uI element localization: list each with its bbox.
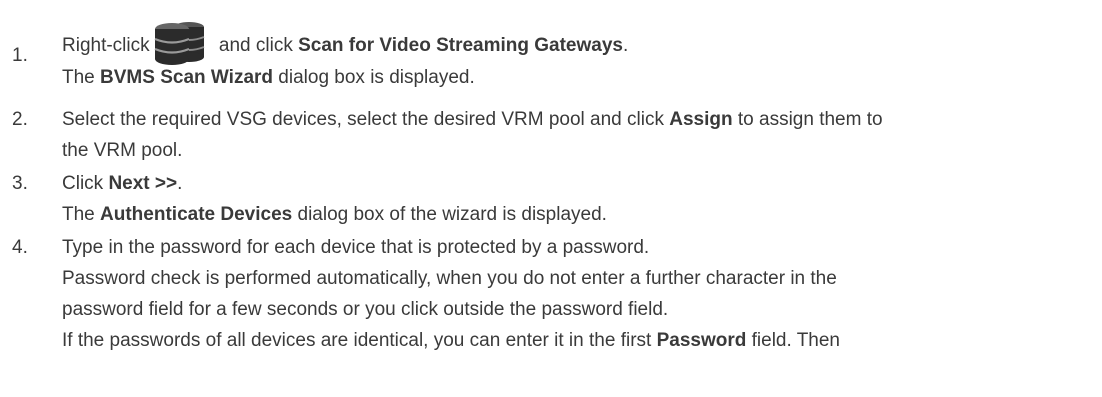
line-text: Click [62,173,109,194]
step-line: The Authenticate Devices dialog box of t… [62,199,1098,230]
step-line: password field for a few seconds or you … [62,294,1098,325]
step-body: Click Next >>. The Authenticate Devices … [62,168,1098,230]
step-number: 4. [12,237,28,258]
step-line: Password check is performed automaticall… [62,263,1098,294]
line-text: The [62,204,101,225]
line-text: . [622,35,629,56]
line-text: Select the required VSG devices, select … [62,109,670,130]
line-text: dialog box is displayed. [273,67,475,88]
instruction-document: 1. Right-click and click Scan for Video … [0,0,1102,397]
ui-term: Assign [669,109,733,130]
ui-term: Next >> [108,173,178,194]
step-line: the VRM pool. [62,135,1098,166]
line-text: Right-click [62,35,150,56]
line-text: Password check is performed automaticall… [62,268,837,289]
step-line: Right-click and click Scan for Video Str… [62,18,1098,66]
line-text: If the passwords of all devices are iden… [62,330,657,351]
vsg-server-stack-icon [152,19,208,65]
line-text: the VRM pool. [62,140,183,161]
step-body: Select the required VSG devices, select … [62,104,1098,166]
step-line: Type in the password for each device tha… [62,232,1098,263]
step-line: Click Next >>. [62,168,1098,199]
ui-term: Authenticate Devices [100,204,293,225]
step-body: Right-click and click Scan for Video Str… [62,18,1098,93]
line-text: field. Then [746,330,840,351]
line-text: The [62,67,101,88]
ui-term: Scan for Video Streaming Gateways [298,35,623,56]
line-text: . [177,173,183,194]
step-number: 2. [12,109,28,130]
step-body: Type in the password for each device tha… [62,232,1098,356]
step-number: 3. [12,173,28,194]
step-line: If the passwords of all devices are iden… [62,325,1098,356]
line-text: password field for a few seconds or you … [62,299,669,320]
line-text: Type in the password for each device tha… [62,237,650,258]
ui-term: BVMS Scan Wizard [100,67,274,88]
step-line: The BVMS Scan Wizard dialog box is displ… [62,62,1098,93]
line-text: dialog box of the wizard is displayed. [292,204,607,225]
step-number: 1. [12,45,28,66]
line-text: to assign them to [732,109,883,130]
ui-term: Password [656,330,747,351]
line-text: and click [213,35,299,56]
step-line: Select the required VSG devices, select … [62,104,1098,135]
